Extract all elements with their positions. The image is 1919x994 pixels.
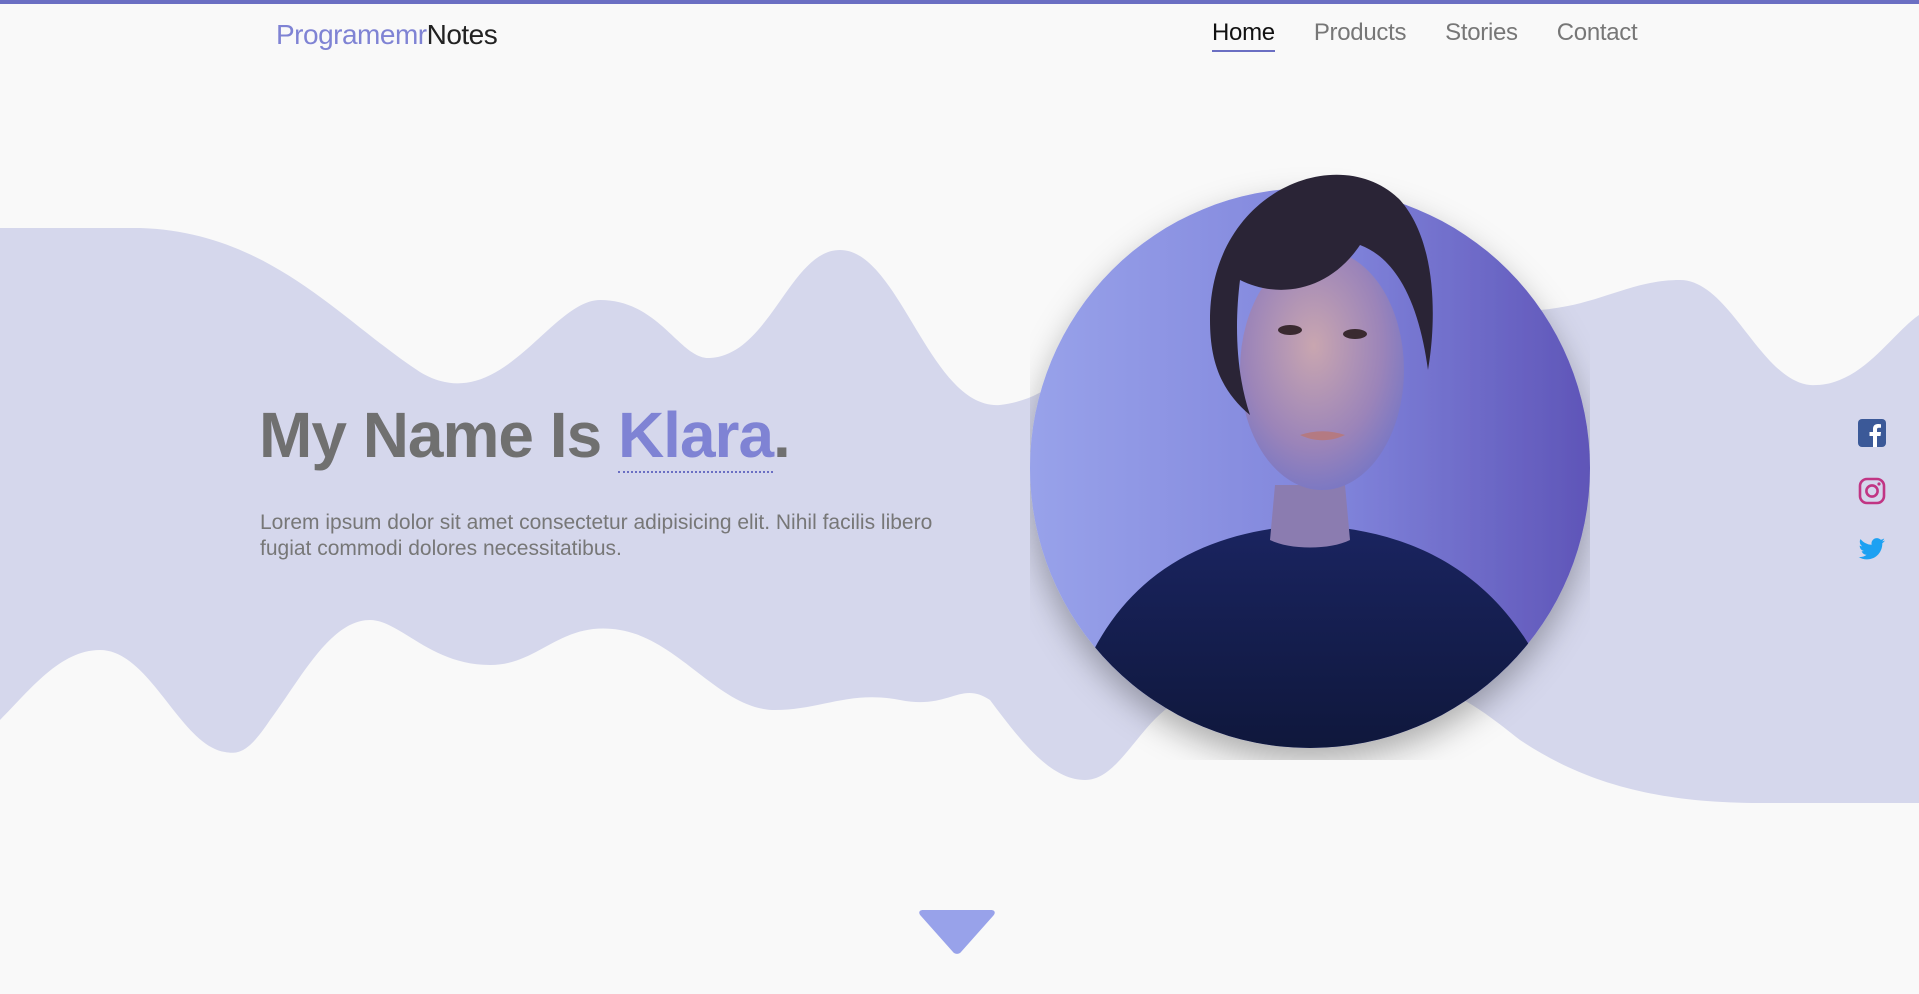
- triangle-down-icon[interactable]: [919, 910, 995, 955]
- brand-logo-accent: Programemr: [276, 19, 427, 50]
- brand-logo[interactable]: ProgramemrNotes: [276, 18, 498, 52]
- hero-title-suffix: .: [773, 399, 791, 471]
- hero-title-prefix: My Name Is: [259, 399, 618, 471]
- hero-title: My Name Is Klara.: [259, 395, 791, 475]
- instagram-icon[interactable]: [1857, 476, 1887, 506]
- brand-logo-rest: Notes: [426, 19, 498, 50]
- portrait-image: [1030, 174, 1590, 748]
- nav-item-contact[interactable]: Contact: [1557, 17, 1638, 49]
- nav-item-home[interactable]: Home: [1212, 17, 1275, 52]
- main-nav: Home Products Stories Contact: [1212, 17, 1676, 52]
- facebook-icon[interactable]: [1857, 418, 1887, 448]
- hero-title-name: Klara: [617, 399, 774, 473]
- hero-description: Lorem ipsum dolor sit amet consectetur a…: [260, 511, 933, 560]
- nav-item-stories[interactable]: Stories: [1445, 17, 1518, 49]
- nav-item-products[interactable]: Products: [1314, 17, 1407, 49]
- twitter-icon[interactable]: [1857, 534, 1887, 564]
- wave-background: [0, 228, 1919, 803]
